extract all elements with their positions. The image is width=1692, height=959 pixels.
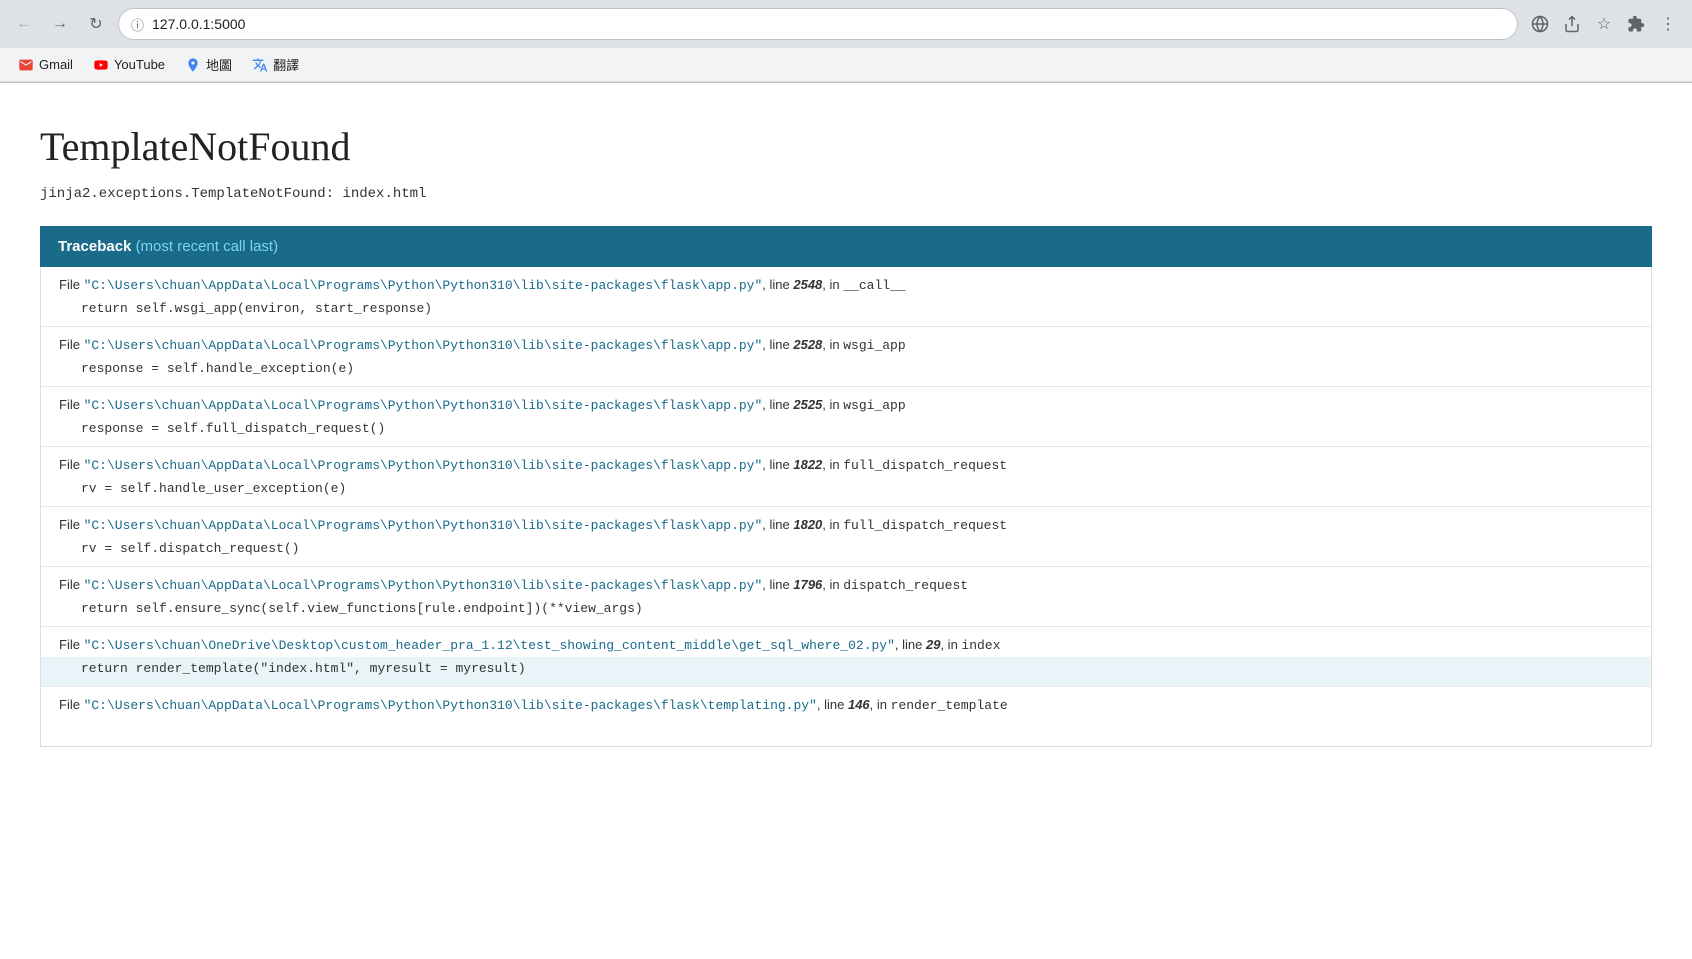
funcname-5: full_dispatch_request	[843, 518, 1007, 533]
filepath-1: "C:\Users\chuan\AppData\Local\Programs\P…	[84, 278, 763, 293]
traceback-section: Traceback (most recent call last) File "…	[40, 226, 1652, 747]
bookmark-translate[interactable]: 翻譯	[244, 51, 307, 78]
traceback-entry-3: File "C:\Users\chuan\AppData\Local\Progr…	[41, 387, 1651, 447]
traceback-code-4: rv = self.handle_user_exception(e)	[41, 477, 1651, 506]
traceback-file-2: File "C:\Users\chuan\AppData\Local\Progr…	[41, 327, 1651, 357]
funcname-4: full_dispatch_request	[843, 458, 1007, 473]
funcname-7: index	[961, 638, 1000, 653]
url-text: 127.0.0.1:5000	[152, 16, 1505, 32]
back-button[interactable]: ←	[10, 10, 38, 38]
lineno-1: 2548	[793, 277, 822, 292]
traceback-code-7: return render_template("index.html", myr…	[41, 657, 1651, 686]
lineno-6: 1796	[793, 577, 822, 592]
reload-button[interactable]: ↻	[82, 10, 110, 38]
traceback-header: Traceback (most recent call last)	[40, 226, 1652, 267]
traceback-code-6: return self.ensure_sync(self.view_functi…	[41, 597, 1651, 626]
traceback-entry-4: File "C:\Users\chuan\AppData\Local\Progr…	[41, 447, 1651, 507]
info-icon: ⓘ	[131, 15, 144, 34]
traceback-sublabel: (most recent call last)	[136, 238, 279, 255]
traceback-file-3: File "C:\Users\chuan\AppData\Local\Progr…	[41, 387, 1651, 417]
bookmark-gmail-label: Gmail	[39, 57, 73, 72]
traceback-entry-7: File "C:\Users\chuan\OneDrive\Desktop\cu…	[41, 627, 1651, 687]
forward-button[interactable]: →	[46, 10, 74, 38]
funcname-8: render_template	[891, 698, 1008, 713]
traceback-file-7: File "C:\Users\chuan\OneDrive\Desktop\cu…	[41, 627, 1651, 657]
filepath-8: "C:\Users\chuan\AppData\Local\Programs\P…	[84, 698, 817, 713]
translate-button[interactable]	[1526, 10, 1554, 38]
funcname-6: dispatch_request	[843, 578, 968, 593]
bookmark-youtube-label: YouTube	[114, 57, 165, 72]
error-subtitle: jinja2.exceptions.TemplateNotFound: inde…	[40, 186, 1652, 202]
traceback-entry-5: File "C:\Users\chuan\AppData\Local\Progr…	[41, 507, 1651, 567]
traceback-label: Traceback	[58, 238, 131, 255]
youtube-icon	[93, 57, 109, 73]
menu-button[interactable]: ⋮	[1654, 10, 1682, 38]
address-bar[interactable]: ⓘ 127.0.0.1:5000	[118, 8, 1518, 40]
bookmark-maps-label: 地圖	[206, 55, 232, 74]
filepath-2: "C:\Users\chuan\AppData\Local\Programs\P…	[84, 338, 763, 353]
traceback-file-4: File "C:\Users\chuan\AppData\Local\Progr…	[41, 447, 1651, 477]
bookmark-button[interactable]: ☆	[1590, 10, 1618, 38]
traceback-code-1: return self.wsgi_app(environ, start_resp…	[41, 297, 1651, 326]
lineno-5: 1820	[793, 517, 822, 532]
traceback-file-1: File "C:\Users\chuan\AppData\Local\Progr…	[41, 267, 1651, 297]
filepath-5: "C:\Users\chuan\AppData\Local\Programs\P…	[84, 518, 763, 533]
traceback-file-5: File "C:\Users\chuan\AppData\Local\Progr…	[41, 507, 1651, 537]
lineno-7: 29	[926, 637, 940, 652]
traceback-code-8	[41, 717, 1651, 746]
nav-bar: ← → ↻ ⓘ 127.0.0.1:5000 ☆ ⋮	[0, 0, 1692, 48]
filepath-3: "C:\Users\chuan\AppData\Local\Programs\P…	[84, 398, 763, 413]
lineno-4: 1822	[793, 457, 822, 472]
bookmarks-bar: Gmail YouTube 地圖 翻譯	[0, 48, 1692, 82]
bookmark-youtube[interactable]: YouTube	[85, 53, 173, 77]
translate-icon	[252, 57, 268, 73]
funcname-3: wsgi_app	[843, 398, 905, 413]
traceback-code-2: response = self.handle_exception(e)	[41, 357, 1651, 386]
traceback-file-6: File "C:\Users\chuan\AppData\Local\Progr…	[41, 567, 1651, 597]
funcname-2: wsgi_app	[843, 338, 905, 353]
bookmark-maps[interactable]: 地圖	[177, 51, 240, 78]
traceback-entry-1: File "C:\Users\chuan\AppData\Local\Progr…	[41, 267, 1651, 327]
bookmark-translate-label: 翻譯	[273, 55, 299, 74]
browser-chrome: ← → ↻ ⓘ 127.0.0.1:5000 ☆ ⋮ Gmail	[0, 0, 1692, 83]
traceback-entry-2: File "C:\Users\chuan\AppData\Local\Progr…	[41, 327, 1651, 387]
nav-right: ☆ ⋮	[1526, 10, 1682, 38]
traceback-code-5: rv = self.dispatch_request()	[41, 537, 1651, 566]
traceback-entry-6: File "C:\Users\chuan\AppData\Local\Progr…	[41, 567, 1651, 627]
error-title: TemplateNotFound	[40, 123, 1652, 170]
filepath-4: "C:\Users\chuan\AppData\Local\Programs\P…	[84, 458, 763, 473]
traceback-code-3: response = self.full_dispatch_request()	[41, 417, 1651, 446]
funcname-1: __call__	[843, 278, 905, 293]
filepath-6: "C:\Users\chuan\AppData\Local\Programs\P…	[84, 578, 763, 593]
maps-icon	[185, 57, 201, 73]
lineno-8: 146	[848, 697, 870, 712]
bookmark-gmail[interactable]: Gmail	[10, 53, 81, 77]
traceback-file-8: File "C:\Users\chuan\AppData\Local\Progr…	[41, 687, 1651, 717]
lineno-3: 2525	[793, 397, 822, 412]
extensions-button[interactable]	[1622, 10, 1650, 38]
share-button[interactable]	[1558, 10, 1586, 38]
page-content: TemplateNotFound jinja2.exceptions.Templ…	[0, 83, 1692, 959]
traceback-entry-8: File "C:\Users\chuan\AppData\Local\Progr…	[41, 687, 1651, 746]
traceback-body: File "C:\Users\chuan\AppData\Local\Progr…	[40, 267, 1652, 747]
filepath-7: "C:\Users\chuan\OneDrive\Desktop\custom_…	[84, 638, 895, 653]
lineno-2: 2528	[793, 337, 822, 352]
gmail-icon	[18, 57, 34, 73]
